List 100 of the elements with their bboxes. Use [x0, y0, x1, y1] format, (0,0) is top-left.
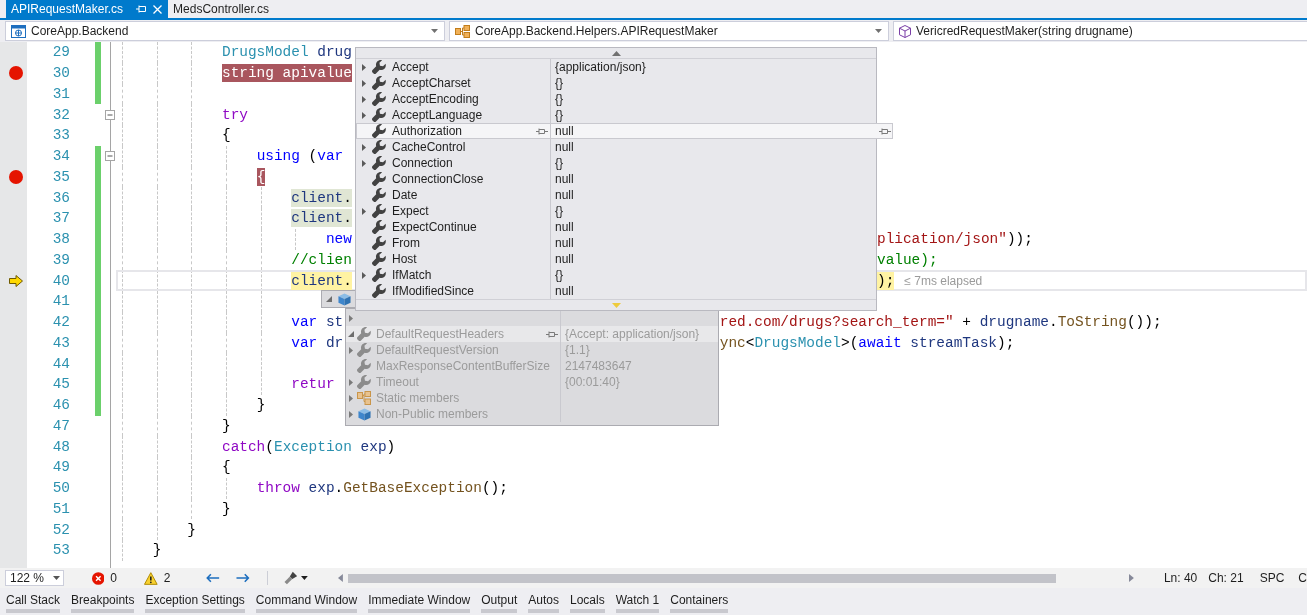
tool-window-tab[interactable]: Locals	[569, 588, 605, 613]
navigation-dropdown[interactable]: CoreApp.Backend	[5, 21, 445, 41]
collapse-toggle-icon[interactable]	[105, 109, 115, 120]
property-value: null	[555, 284, 574, 298]
tool-window-tab[interactable]: Call Stack	[6, 588, 61, 613]
expand-arrow-icon[interactable]	[362, 159, 366, 167]
property-name: Accept	[391, 60, 429, 74]
expand-arrow-icon[interactable]	[362, 79, 366, 87]
expand-arrow-icon[interactable]	[349, 410, 353, 418]
line-number: 33	[52, 127, 70, 144]
collapse-toggle-icon[interactable]	[105, 151, 115, 162]
property-value: 2147483647	[565, 359, 632, 373]
property-name: Date	[391, 188, 418, 202]
line-number: 49	[52, 459, 70, 476]
line-number: 39	[52, 251, 70, 268]
code-text: string apivalue	[221, 64, 352, 83]
expand-arrow-icon[interactable]	[349, 394, 353, 402]
code-text: client.	[291, 271, 352, 290]
property-name: Non-Public members	[375, 407, 489, 421]
line-number: 32	[52, 106, 70, 123]
tool-window-tab[interactable]: Containers	[670, 588, 729, 613]
code-text: new	[325, 230, 352, 249]
tool-window-tab[interactable]: Immediate Window	[368, 588, 471, 613]
expand-arrow-icon[interactable]	[362, 111, 366, 119]
warning-count: 2	[163, 571, 171, 585]
collapse-arrow-icon[interactable]	[326, 296, 332, 302]
zoom-dropdown[interactable]: 122 %	[5, 570, 64, 586]
error-icon[interactable]	[91, 571, 105, 585]
expand-arrow-icon[interactable]	[362, 95, 366, 103]
back-arrow-icon[interactable]	[206, 573, 220, 583]
code-text: throw exp.GetBaseException();	[256, 479, 508, 498]
navigation-dropdown[interactable]: VericredRequestMaker(string drugname)	[893, 21, 1307, 41]
scroll-right-arrow-icon[interactable]	[1129, 574, 1134, 582]
static-members-icon	[357, 391, 371, 405]
line-ending[interactable]: C	[1298, 571, 1307, 585]
line-number: 34	[52, 148, 70, 165]
class-icon	[455, 24, 470, 38]
tool-window-tab[interactable]: Exception Settings	[145, 588, 245, 613]
scrollbar-thumb[interactable]	[347, 573, 1057, 583]
code-text: var st	[291, 313, 344, 332]
close-icon[interactable]	[153, 4, 163, 14]
property-name: IfMatch	[391, 268, 432, 282]
code-text: var dr	[291, 333, 344, 352]
expand-arrow-icon[interactable]	[349, 314, 353, 322]
code-text: catch(Exception exp)	[221, 437, 396, 456]
document-tab[interactable]: MedsController.cs	[168, 0, 276, 18]
brush-icon[interactable]	[283, 571, 298, 585]
wrench-icon	[372, 140, 386, 154]
property-value: null	[555, 188, 574, 202]
navigation-dropdown[interactable]: CoreApp.Backend.Helpers.APIRequestMaker	[449, 21, 889, 41]
wrench-icon	[372, 252, 386, 266]
line-number: 35	[52, 168, 70, 185]
line-position: Ln: 40	[1163, 571, 1198, 585]
tool-window-tab[interactable]: Breakpoints	[71, 588, 135, 613]
indentation-mode[interactable]: SPC	[1259, 571, 1285, 585]
property-value: null	[555, 236, 574, 250]
expand-arrow-icon[interactable]	[349, 346, 353, 354]
property-name: MaxResponseContentBufferSize	[375, 359, 550, 373]
breakpoint-icon[interactable]	[9, 169, 23, 184]
collapse-arrow-icon[interactable]	[348, 331, 354, 337]
code-text: }	[187, 520, 196, 539]
scroll-left-arrow-icon[interactable]	[338, 574, 343, 582]
expand-arrow-icon[interactable]	[349, 378, 353, 386]
dropdown-caret-icon[interactable]	[52, 576, 60, 580]
expand-arrow-icon[interactable]	[362, 271, 366, 279]
tool-window-tab[interactable]: Command Window	[255, 588, 358, 613]
wrench-icon	[372, 156, 386, 170]
wrench-icon	[372, 204, 386, 218]
tool-window-tab[interactable]: Output	[481, 588, 518, 613]
warning-icon[interactable]	[144, 571, 158, 585]
code-text: DrugsModel drug	[221, 43, 352, 62]
code-text: value);	[876, 250, 938, 269]
pin-icon[interactable]	[536, 127, 548, 135]
property-name: Static members	[375, 391, 460, 405]
line-number: 46	[52, 397, 70, 414]
code-text: using (var	[256, 147, 344, 166]
breakpoint-icon[interactable]	[9, 66, 23, 81]
line-number: 41	[52, 293, 70, 310]
pin-icon[interactable]	[546, 330, 558, 338]
wrench-icon	[372, 220, 386, 234]
tool-window-tab[interactable]: Autos	[528, 588, 559, 613]
scroll-up-arrow-icon[interactable]	[611, 50, 621, 56]
property-value: {}	[555, 76, 563, 90]
line-number: 48	[52, 438, 70, 455]
forward-arrow-icon[interactable]	[236, 573, 250, 583]
row-highlight[interactable]	[356, 123, 893, 139]
property-value: null	[555, 140, 574, 154]
wrench-icon	[372, 76, 386, 90]
property-value: {Accept: application/json}	[565, 327, 700, 341]
tool-window-tab[interactable]: Watch 1	[615, 588, 660, 613]
expand-arrow-icon[interactable]	[362, 143, 366, 151]
pin-icon[interactable]	[878, 127, 891, 135]
wrench-icon	[372, 60, 386, 74]
property-name: AcceptCharset	[391, 76, 471, 90]
dropdown-caret-icon[interactable]	[301, 576, 309, 580]
wrench-icon	[357, 359, 371, 373]
expand-arrow-icon[interactable]	[362, 207, 366, 215]
document-tab[interactable]: APIRequestMaker.cs	[6, 0, 169, 18]
expand-arrow-icon[interactable]	[362, 63, 366, 71]
line-number: 51	[52, 500, 70, 517]
